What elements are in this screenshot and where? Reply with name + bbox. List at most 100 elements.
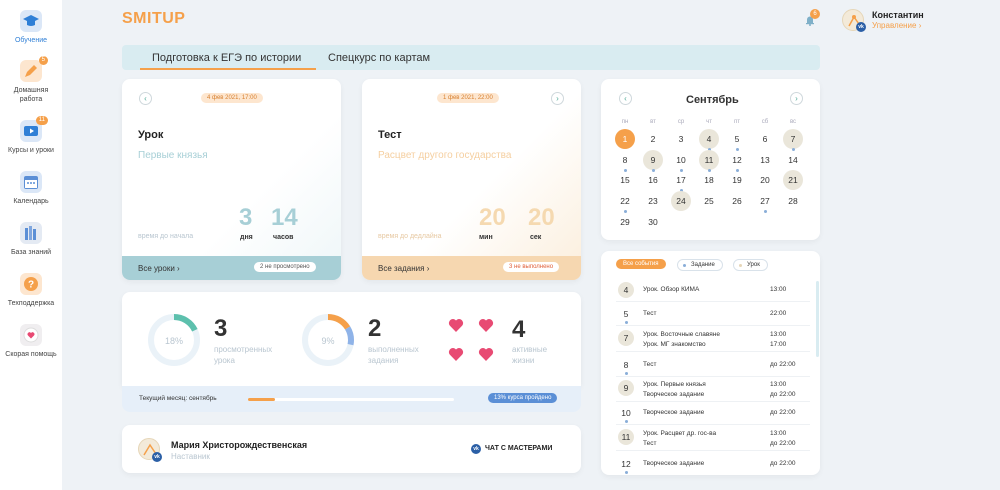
weekday-label: чт	[706, 119, 712, 125]
calendar-day[interactable]: 25	[699, 191, 719, 211]
event-title[interactable]: Тест	[643, 309, 656, 319]
calendar-day[interactable]: 8	[615, 150, 635, 170]
tabs-bar: Подготовка к ЕГЭ по истории Спецкурс по …	[122, 45, 820, 70]
calendar-day[interactable]: 12	[727, 150, 747, 170]
calendar-day[interactable]: 19	[727, 170, 747, 190]
sidebar-item-help[interactable]: Скорая помощь	[0, 324, 62, 359]
event-time: 13:00	[770, 381, 787, 388]
all-lessons-link[interactable]: Все уроки ›	[138, 264, 180, 273]
viewed-label-2: урока	[214, 356, 235, 365]
vk-chat-icon: vk	[471, 444, 481, 454]
lesson-days-unit: дня	[240, 234, 253, 241]
event-day: 9	[618, 380, 634, 396]
calendar-day[interactable]: 23	[643, 191, 663, 211]
calendar-day[interactable]: 13	[755, 150, 775, 170]
calendar-day[interactable]: 22	[615, 191, 635, 211]
calendar-day[interactable]: 4	[699, 129, 719, 149]
logo[interactable]: SMITUP	[122, 10, 185, 28]
event-title[interactable]: Творческое задание	[643, 390, 704, 400]
calendar-day[interactable]: 27	[755, 191, 775, 211]
stats-card: 18% 3 просмотренных урока 9% 2 выполненны…	[122, 292, 581, 386]
sidebar-item-courses[interactable]: 11 Курсы и уроки	[0, 116, 62, 155]
calendar-day[interactable]: 17	[671, 170, 691, 190]
next-test-button[interactable]: ›	[551, 92, 564, 105]
all-lessons-label: Все уроки	[138, 264, 175, 273]
all-tasks-link[interactable]: Все задания ›	[378, 264, 429, 273]
event-dot	[625, 471, 628, 474]
incomplete-badge: 3 не выполнено	[503, 262, 560, 272]
user-role[interactable]: Управление ›	[872, 21, 921, 30]
event-time: до 22:00	[770, 460, 796, 467]
event-title[interactable]: Творческое задание	[643, 408, 704, 418]
weekday-label: пн	[621, 119, 629, 125]
course-progress-fill	[248, 398, 275, 401]
test-hint: время до дедлайна	[378, 233, 442, 240]
calendar-day[interactable]: 29	[615, 212, 635, 232]
sidebar-item-learning[interactable]: Обучение	[0, 10, 62, 45]
sidebar-item-calendar[interactable]: Календарь	[0, 171, 62, 206]
event-day: 10	[621, 408, 631, 418]
lives-label-1: активные	[512, 345, 548, 354]
calendar-icon	[20, 171, 42, 193]
event-title[interactable]: Урок. Первые князья	[643, 380, 706, 390]
test-title[interactable]: Расцвет другого государства	[378, 150, 511, 161]
calendar-day[interactable]: 18	[699, 170, 719, 190]
sidebar-item-label: Обучение	[14, 37, 47, 44]
sidebar-item-knowledge[interactable]: База знаний	[0, 222, 62, 257]
event-separator	[616, 450, 810, 451]
sidebar-item-support[interactable]: ? Техподдержка	[0, 273, 62, 308]
calendar-day[interactable]: 10	[671, 150, 691, 170]
tab-maps[interactable]: Спецкурс по картам	[328, 52, 430, 64]
calendar-day[interactable]: 2	[643, 129, 663, 149]
filter-lessons[interactable]: Урок	[733, 259, 768, 271]
event-title[interactable]: Урок. МГ знакомство	[643, 340, 706, 350]
events-scrollbar[interactable]	[816, 281, 819, 357]
filter-all-events[interactable]: Все события	[616, 259, 666, 269]
calendar-day[interactable]: 28	[783, 191, 803, 211]
tab-history[interactable]: Подготовка к ЕГЭ по истории	[152, 52, 301, 64]
mentor-name: Мария Христорождественская	[171, 440, 308, 450]
calendar-day[interactable]: 3	[671, 129, 691, 149]
calendar-day[interactable]: 5	[727, 129, 747, 149]
unviewed-badge: 2 не просмотрено	[254, 262, 316, 272]
calendar-day[interactable]: 1	[615, 129, 635, 149]
calendar-day[interactable]: 15	[615, 170, 635, 190]
graduation-cap-icon	[20, 10, 42, 32]
calendar-day[interactable]: 24	[671, 191, 691, 212]
next-month-button[interactable]: ›	[790, 92, 803, 105]
filter-tasks[interactable]: Задание	[677, 259, 723, 271]
event-separator	[616, 424, 810, 425]
calendar-day[interactable]: 20	[755, 170, 775, 190]
prev-month-button[interactable]: ‹	[619, 92, 632, 105]
test-type: Тест	[378, 129, 402, 141]
chat-with-masters-button[interactable]: ЧАТ С МАСТЕРАМИ	[485, 445, 552, 452]
event-title[interactable]: Урок. Восточные славяне	[643, 330, 720, 340]
calendar-day[interactable]: 14	[783, 150, 803, 170]
calendar-day[interactable]: 6	[755, 129, 775, 149]
calendar-day[interactable]: 9	[643, 149, 663, 170]
test-card: 1 фев 2021, 22:00 › Тест Расцвет другого…	[362, 79, 581, 280]
event-title[interactable]: Тест	[643, 439, 656, 449]
event-title[interactable]: Урок. Обзор КИМА	[643, 285, 699, 295]
calendar-month: Сентябрь	[686, 94, 739, 106]
sidebar-item-homework[interactable]: 5 Домашняя работа	[0, 56, 62, 104]
calendar-day[interactable]: 7	[783, 129, 803, 149]
prev-lesson-button[interactable]: ‹	[139, 92, 152, 105]
event-title[interactable]: Тест	[643, 360, 656, 370]
test-minutes-unit: мин	[479, 234, 493, 241]
heart-icon	[478, 319, 494, 332]
user-name[interactable]: Константин	[872, 10, 924, 20]
sidebar-item-label: База знаний	[10, 249, 52, 256]
sidebar: Обучение 5 Домашняя работа 11 Курсы и ур…	[0, 0, 62, 490]
lesson-dot-icon	[739, 264, 742, 267]
calendar-day[interactable]: 11	[699, 149, 719, 170]
calendar-day[interactable]: 26	[727, 191, 747, 211]
lesson-title[interactable]: Первые князья	[138, 150, 208, 161]
calendar-day[interactable]: 16	[643, 170, 663, 190]
calendar-day[interactable]: 21	[783, 170, 803, 191]
event-title[interactable]: Урок. Расцвет др. гос-ва	[643, 429, 716, 439]
event-separator	[616, 376, 810, 377]
event-time: 13:00	[770, 430, 787, 437]
calendar-day[interactable]: 30	[643, 212, 663, 232]
event-title[interactable]: Творческое задание	[643, 459, 704, 469]
